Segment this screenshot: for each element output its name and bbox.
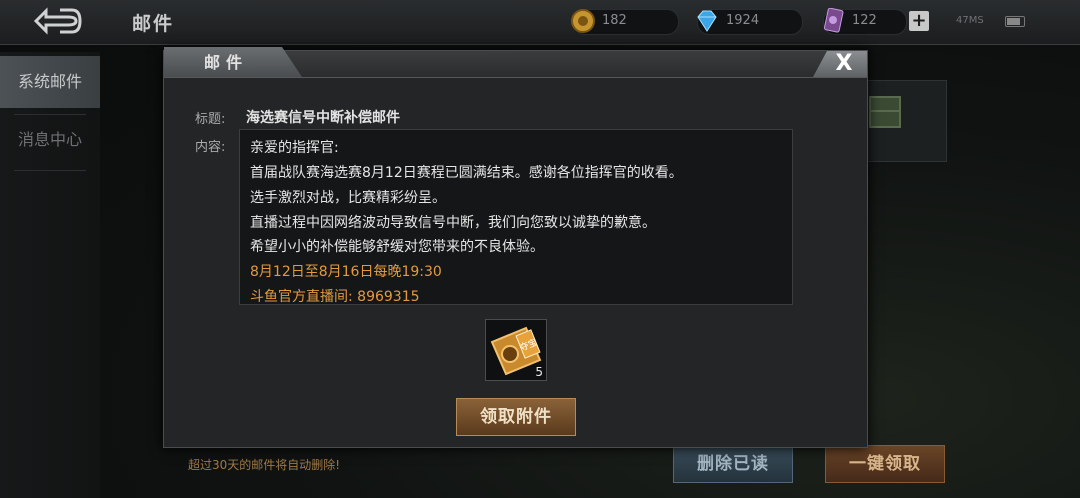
gold-counter: 182 bbox=[571, 9, 679, 35]
sidebar-divider bbox=[14, 170, 86, 171]
back-icon[interactable] bbox=[30, 6, 82, 36]
auto-delete-note: 超过30天的邮件将自动删除! bbox=[188, 458, 341, 472]
mail-sidebar: 系统邮件 消息中心 bbox=[0, 52, 100, 498]
page-title: 邮件 bbox=[132, 13, 175, 35]
content-line: 亲爱的指挥官: bbox=[250, 140, 339, 156]
dialog-title: 邮件 bbox=[204, 53, 249, 72]
ticket-value: 122 bbox=[852, 13, 877, 28]
mail-subject: 海选赛信号中断补偿邮件 bbox=[246, 110, 400, 126]
mail-detail-dialog: 邮件 X 标题: 海选赛信号中断补偿邮件 内容: 亲爱的指挥官: 首届战队赛海选… bbox=[163, 47, 868, 448]
dialog-tab: 邮件 bbox=[164, 47, 302, 77]
attachment-count: 5 bbox=[535, 365, 543, 379]
stream-room-line: 斗鱼官方直播间: 8969315 bbox=[250, 289, 420, 305]
content-line: 直播过程中因网络波动导致信号中断，我们向您致以诚挚的歉意。 bbox=[250, 215, 656, 231]
add-currency-button[interactable]: + bbox=[909, 11, 929, 31]
subject-label: 标题: bbox=[195, 112, 226, 127]
mail-item-thumbnail[interactable] bbox=[865, 80, 947, 162]
content-line: 选手激烈对战，比赛精彩纷呈。 bbox=[250, 190, 446, 206]
delete-read-button[interactable]: 删除已读 bbox=[673, 445, 793, 483]
content-line: 首届战队赛海选赛8月12日赛程已圆满结束。感谢各位指挥官的收看。 bbox=[250, 165, 683, 181]
gold-value: 182 bbox=[602, 13, 627, 28]
diamond-value: 1924 bbox=[726, 13, 760, 28]
game-screen: 邮件 182 1924 122 + 47MS 系统邮件 消息中心 超过30天的邮… bbox=[0, 0, 1080, 498]
supply-crate-icon bbox=[869, 96, 901, 128]
content-label: 内容: bbox=[195, 140, 226, 155]
gold-coin-icon bbox=[571, 9, 595, 33]
network-latency: 47MS bbox=[956, 15, 984, 26]
mail-content[interactable]: 亲爱的指挥官: 首届战队赛海选赛8月12日赛程已圆满结束。感谢各位指挥官的收看。… bbox=[239, 129, 793, 305]
claim-all-button[interactable]: 一键领取 bbox=[825, 445, 945, 483]
attachment-slot[interactable]: 夺宝 5 bbox=[485, 319, 547, 381]
sidebar-item-message-center[interactable]: 消息中心 bbox=[0, 114, 100, 166]
claim-attachment-button[interactable]: 领取附件 bbox=[456, 398, 576, 436]
ticket-counter: 122 bbox=[823, 8, 907, 35]
content-line: 希望小小的补偿能够舒缓对您带来的不良体验。 bbox=[250, 239, 544, 255]
battery-icon bbox=[1005, 16, 1025, 27]
ticket-card-icon bbox=[823, 8, 844, 33]
diamond-icon bbox=[697, 10, 717, 32]
schedule-line: 8月12日至8月16日每晚19:30 bbox=[250, 264, 442, 280]
dialog-header: 邮件 X bbox=[164, 47, 867, 78]
diamond-counter: 1924 bbox=[697, 9, 803, 35]
sidebar-item-system-mail[interactable]: 系统邮件 bbox=[0, 56, 100, 108]
top-bar: 邮件 182 1924 122 + 47MS bbox=[0, 0, 1080, 45]
close-button[interactable]: X bbox=[813, 51, 867, 77]
